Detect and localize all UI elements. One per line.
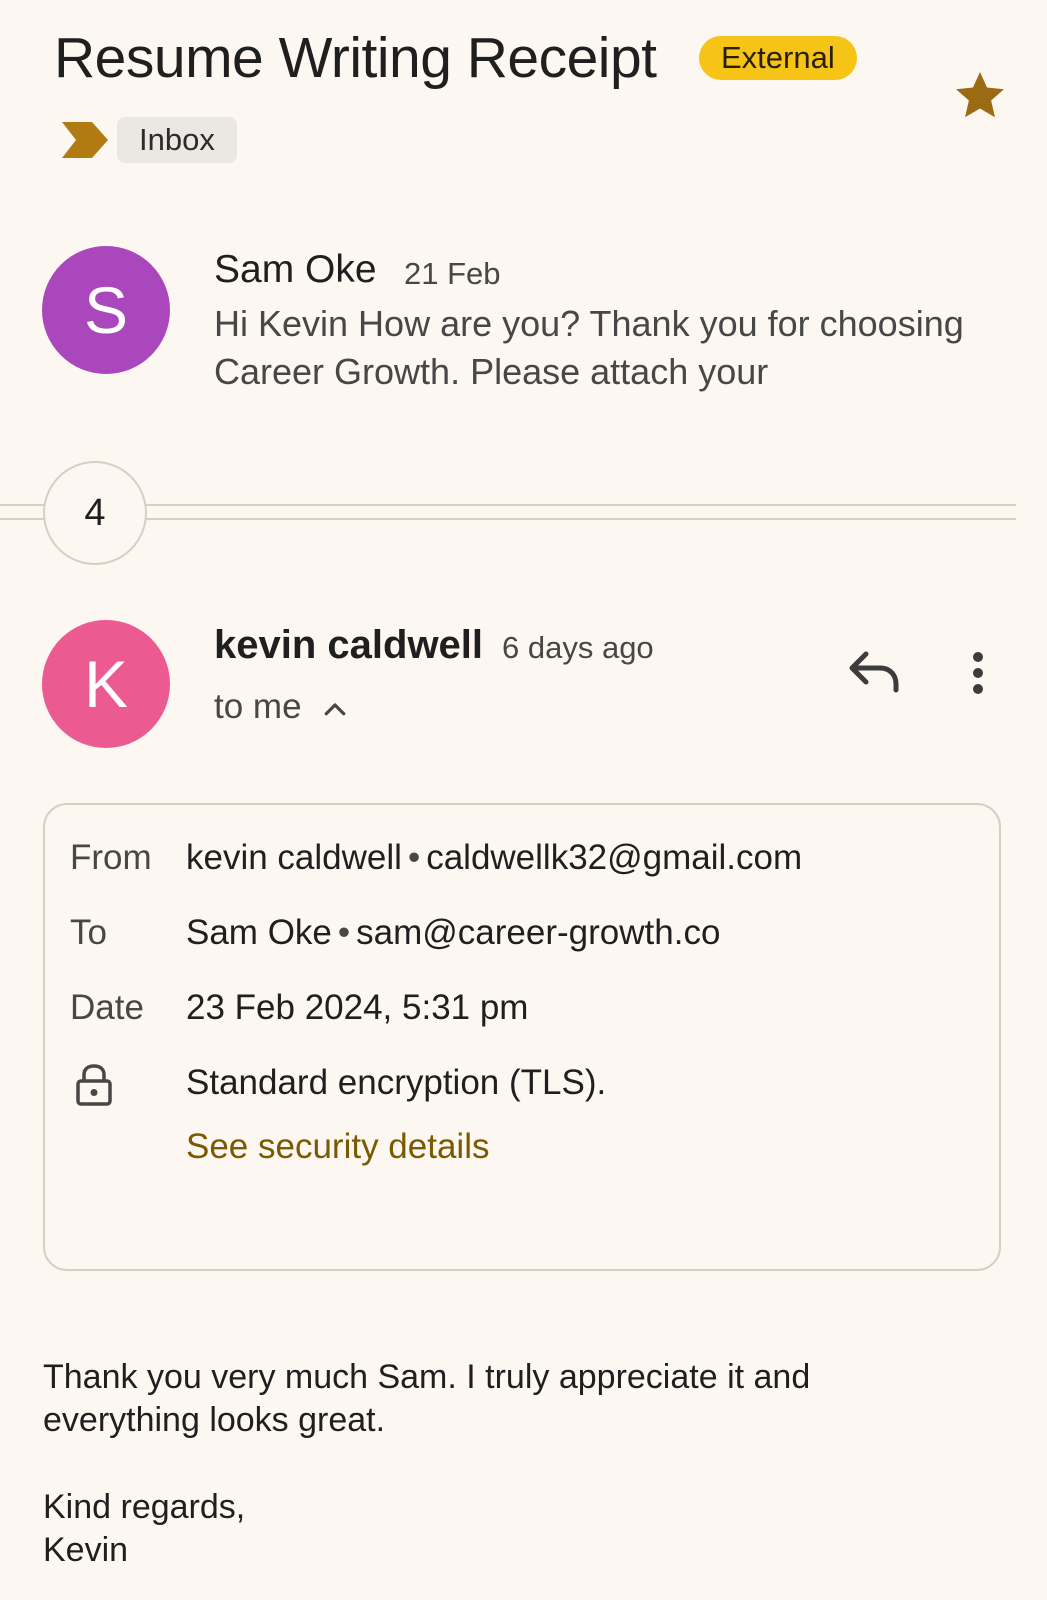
lock-icon (74, 1063, 114, 1107)
to-name: Sam Oke (186, 913, 332, 952)
label-chip-inbox[interactable]: Inbox (117, 117, 237, 163)
from-value: kevin caldwell • caldwellk32@gmail.com (186, 836, 802, 880)
important-marker-icon[interactable] (62, 120, 110, 160)
message-signature: Kind regards, Kevin (43, 1488, 246, 1569)
recipient-toggle[interactable]: to me (214, 685, 350, 729)
date-value: 23 Feb 2024, 5:31 pm (186, 988, 529, 1027)
security-details-link[interactable]: See security details (186, 1125, 489, 1169)
collapsed-divider (0, 518, 1016, 520)
encryption-status: Standard encryption (TLS). (186, 1063, 607, 1102)
message-snippet[interactable]: Hi Kevin How are you? Thank you for choo… (214, 300, 1004, 396)
external-badge: External (699, 36, 857, 80)
chevron-up-icon (320, 692, 350, 722)
avatar: K (42, 620, 170, 748)
from-name: kevin caldwell (186, 838, 402, 877)
to-label: To (70, 913, 107, 952)
avatar: S (42, 246, 170, 374)
star-icon[interactable] (951, 66, 1009, 124)
message-date: 6 days ago (502, 630, 654, 665)
date-label: Date (70, 988, 144, 1027)
collapsed-divider (0, 504, 1016, 506)
sender-name[interactable]: Sam Oke (214, 246, 377, 294)
more-options-icon[interactable] (968, 648, 988, 698)
message-body-paragraph: Thank you very much Sam. I truly appreci… (43, 1358, 811, 1439)
to-value: Sam Oke • sam@career-growth.co (186, 911, 720, 955)
message-date: 21 Feb (404, 256, 501, 291)
collapsed-messages-count[interactable]: 4 (43, 461, 147, 565)
separator-dot: • (337, 913, 351, 952)
from-email[interactable]: caldwellk32@gmail.com (426, 838, 802, 877)
recipient-summary: to me (214, 687, 302, 726)
reply-icon[interactable] (848, 648, 904, 698)
from-label: From (70, 838, 152, 877)
to-email[interactable]: sam@career-growth.co (356, 913, 720, 952)
separator-dot: • (407, 838, 421, 877)
email-subject: Resume Writing Receipt (54, 26, 657, 90)
sender-name[interactable]: kevin caldwell (214, 620, 483, 670)
